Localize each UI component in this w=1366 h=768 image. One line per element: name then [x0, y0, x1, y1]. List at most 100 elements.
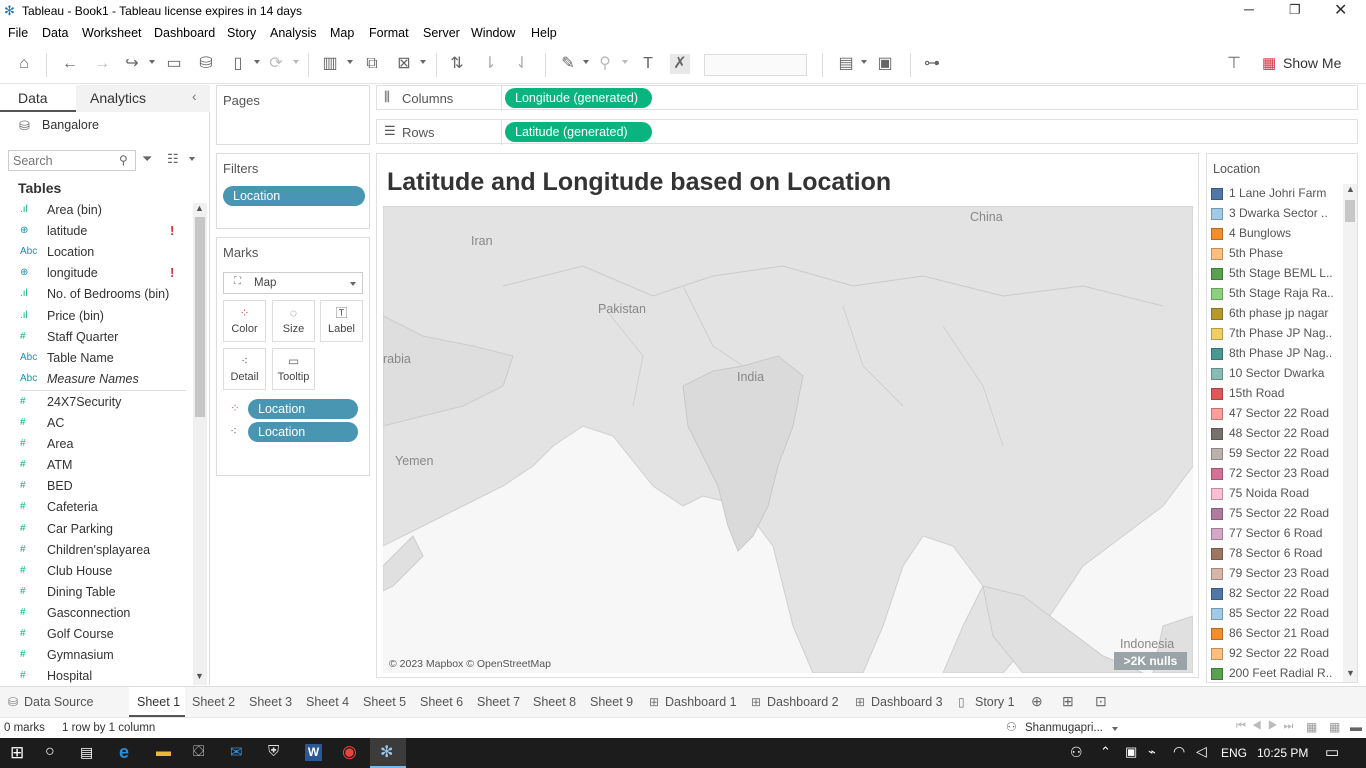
tab-data-source[interactable]: Data Source [24, 695, 93, 709]
legend-item[interactable]: 6th phase jp nagar [1211, 304, 1341, 324]
word-icon[interactable]: W [305, 744, 322, 761]
presentation-mode-icon[interactable]: ▣ [875, 54, 895, 74]
view-title[interactable]: Latitude and Longitude based on Location [387, 168, 891, 197]
home-icon[interactable]: ⌂ [14, 54, 34, 74]
columns-shelf[interactable]: ⫼ Columns Longitude (generated) [376, 85, 1358, 111]
new-sheet-icon[interactable]: ⊕ [1031, 693, 1043, 710]
legend-item[interactable]: 200 Feet Radial R.. [1211, 664, 1341, 684]
field-item[interactable]: # ATM [0, 456, 195, 477]
field-item[interactable]: Abc Table Name [0, 349, 195, 370]
columns-pill-longitude[interactable]: Longitude (generated) [505, 88, 652, 108]
swap-rows-columns-icon[interactable]: ⇅ [447, 54, 467, 74]
wifi-icon[interactable]: ◠ [1173, 743, 1185, 760]
search-input[interactable] [13, 152, 113, 169]
tab-sheet-3[interactable]: Sheet 3 [249, 695, 292, 709]
clock[interactable]: 10:25 PM [1257, 746, 1308, 760]
group-members-icon[interactable]: ⚲ [595, 54, 615, 74]
legend-item[interactable]: 75 Noida Road [1211, 484, 1341, 504]
label-button[interactable]: 🅃 Label [320, 300, 363, 342]
field-item[interactable]: # Club House [0, 562, 195, 583]
tab-sheet-2[interactable]: Sheet 2 [192, 695, 235, 709]
tab-story-1[interactable]: Story 1 [975, 695, 1015, 709]
field-item[interactable]: # Dining Table [0, 583, 195, 604]
show-filmstrip-icon[interactable]: ▦ [1306, 720, 1317, 734]
format-workbook-icon[interactable]: ⊤ [1224, 54, 1244, 74]
new-story-icon[interactable]: ⊡ [1095, 693, 1107, 710]
tab-sheet-5[interactable]: Sheet 5 [363, 695, 406, 709]
tab-data[interactable]: Data [0, 85, 76, 112]
sort-ascending-icon[interactable]: ⇂ [480, 54, 500, 74]
clear-sheet-icon[interactable]: ⊠ [394, 54, 414, 74]
color-button[interactable]: ⁘ Color [223, 300, 266, 342]
collapse-pane-icon[interactable]: ‹ [192, 88, 197, 104]
legend-scrollbar[interactable]: ▲ ▼ [1343, 184, 1357, 682]
tab-sheet-9[interactable]: Sheet 9 [590, 695, 633, 709]
color-pill-location[interactable]: Location [248, 399, 358, 419]
windows-start-icon[interactable]: ⊞ [10, 743, 24, 763]
menu-analysis[interactable]: Analysis [270, 26, 317, 40]
legend-item[interactable]: 5th Stage BEML L.. [1211, 264, 1341, 284]
search-box[interactable]: ⚲ [8, 150, 136, 171]
undo-icon[interactable]: ← [60, 54, 80, 74]
legend-item[interactable]: 85 Sector 22 Road [1211, 604, 1341, 624]
search-circle-icon[interactable]: ○ [45, 743, 55, 761]
filter-icon[interactable]: ⏷ [142, 151, 152, 167]
field-item[interactable]: # BED [0, 477, 195, 498]
legend-item[interactable]: 59 Sector 22 Road [1211, 444, 1341, 464]
highlight-icon[interactable]: ✎ [558, 54, 578, 74]
tab-sheet-6[interactable]: Sheet 6 [420, 695, 463, 709]
sheet-navigation-icons[interactable]: ⏮◀▶⏭ [1236, 720, 1299, 733]
nulls-indicator[interactable]: >2K nulls [1114, 652, 1187, 670]
field-item[interactable]: # Gymnasium [0, 646, 195, 667]
rows-shelf[interactable]: ☰ Rows Latitude (generated) [376, 119, 1358, 145]
volume-icon[interactable]: ◁ [1196, 743, 1207, 760]
menu-dashboard[interactable]: Dashboard [154, 26, 215, 40]
legend-item[interactable]: 75 Sector 22 Road [1211, 504, 1341, 524]
chrome-icon[interactable]: ◉ [342, 742, 357, 762]
field-item[interactable]: # Area [0, 435, 195, 456]
close-window-button[interactable]: ✕ [1334, 0, 1347, 20]
tab-dashboard-2[interactable]: Dashboard 2 [767, 695, 839, 709]
tab-sheet-7[interactable]: Sheet 7 [477, 695, 520, 709]
store-icon[interactable]: ⛋ [193, 743, 204, 760]
show-cards-icon[interactable]: ▤ [836, 54, 856, 74]
fit-dropdown[interactable] [704, 54, 807, 76]
restore-button[interactable]: ❐ [1289, 2, 1301, 18]
menu-server[interactable]: Server [423, 26, 460, 40]
menu-format[interactable]: Format [369, 26, 409, 40]
menu-window[interactable]: Window [471, 26, 515, 40]
refresh-icon[interactable]: ⟳ [266, 54, 286, 74]
field-item[interactable]: #24X7Security [0, 393, 195, 414]
pages-shelf[interactable]: Pages [216, 85, 370, 145]
field-item[interactable]: Abc Measure Names [0, 370, 195, 391]
menu-data[interactable]: Data [42, 26, 68, 40]
view-options-icon[interactable]: ☷ [167, 151, 179, 167]
battery-icon[interactable]: ⌁ [1148, 744, 1156, 760]
menu-map[interactable]: Map [330, 26, 354, 40]
legend-item[interactable]: 92 Sector 22 Road [1211, 644, 1341, 664]
tab-analytics[interactable]: Analytics ‹ [76, 85, 210, 112]
size-button[interactable]: ◌ Size [272, 300, 315, 342]
field-item[interactable]: # Children'splayarea [0, 541, 195, 562]
language-indicator[interactable]: ENG [1221, 746, 1247, 760]
field-item[interactable]: ⊕ latitude! [0, 222, 195, 243]
tray-app-icon[interactable]: ▣ [1125, 744, 1137, 760]
legend-item[interactable]: 1 Lane Johri Farm [1211, 184, 1341, 204]
new-dashboard-icon[interactable]: ⊞ [1062, 693, 1074, 710]
legend-item[interactable]: 79 Sector 23 Road [1211, 564, 1341, 584]
legend-item[interactable]: 10 Sector Dwarka [1211, 364, 1341, 384]
people-icon[interactable]: ⚇ [1070, 744, 1083, 761]
legend-item[interactable]: 5th Phase [1211, 244, 1341, 264]
tab-sheet-4[interactable]: Sheet 4 [306, 695, 349, 709]
field-item[interactable]: # Gasconnection [0, 604, 195, 625]
new-worksheet-icon[interactable]: ▥ [320, 54, 340, 74]
map-area[interactable]: China Iran Pakistan rabia India Yemen In… [383, 206, 1193, 673]
user-name[interactable]: Shanmugapri... [1025, 722, 1103, 734]
legend-item[interactable]: 47 Sector 22 Road [1211, 404, 1341, 424]
tab-dashboard-3[interactable]: Dashboard 3 [871, 695, 943, 709]
field-item[interactable]: # Golf Course [0, 625, 195, 646]
share-icon[interactable]: ⊶ [922, 54, 942, 74]
pause-updates-icon[interactable]: ▯ [228, 54, 248, 74]
filter-pill-location[interactable]: Location [223, 186, 365, 206]
file-explorer-icon[interactable]: ▬ [156, 743, 171, 760]
